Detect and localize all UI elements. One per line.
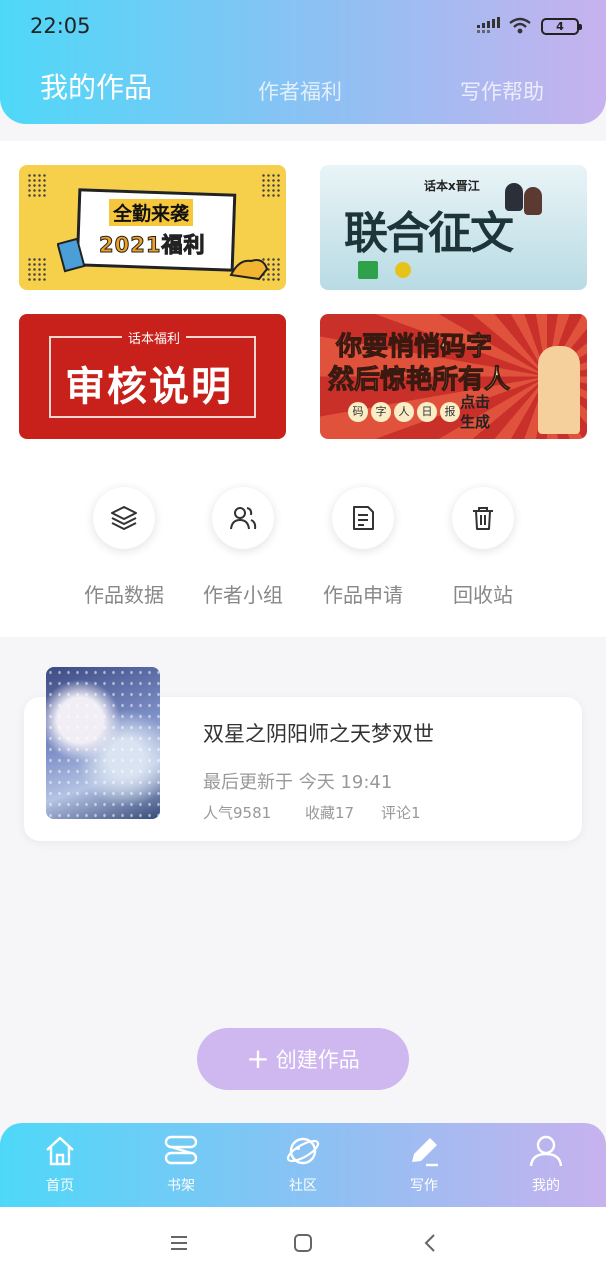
banner-attendance-line2: 2021福利 bbox=[98, 233, 206, 258]
dot-pattern bbox=[27, 257, 47, 283]
tools-panel: 作品数据 作者小组 作品申请 回收站 bbox=[0, 439, 606, 637]
create-work-button[interactable]: + 创建作品 bbox=[197, 1028, 409, 1090]
tab-my-works[interactable]: 我的作品 bbox=[40, 66, 152, 106]
dot-pattern bbox=[27, 173, 47, 199]
work-favorites: 收藏17 bbox=[305, 804, 355, 822]
tool-circle bbox=[93, 487, 155, 549]
nav-label: 我的 bbox=[532, 1178, 560, 1194]
plus-icon: + bbox=[246, 1042, 270, 1075]
tool-label: 作品申请 bbox=[323, 583, 403, 607]
screen: 22:05 4 我的作品 作者福利 写作帮助 全勤来袭 2021福利 话本x晋江 bbox=[0, 0, 606, 1280]
users-icon bbox=[230, 507, 257, 530]
chip: 码 bbox=[348, 402, 368, 422]
bookshelf-icon bbox=[164, 1135, 198, 1165]
banner-attendance[interactable]: 全勤来袭 2021福利 bbox=[19, 165, 286, 290]
character-figure bbox=[524, 187, 542, 215]
banner-cta-line1: 点击 bbox=[460, 393, 491, 411]
status-time: 22:05 bbox=[30, 14, 91, 38]
trash-icon bbox=[473, 507, 493, 530]
chip: 报 bbox=[440, 402, 460, 422]
planet-icon bbox=[286, 1137, 320, 1165]
battery-icon: 4 bbox=[541, 18, 582, 35]
home-icon bbox=[46, 1136, 74, 1166]
dot-pattern bbox=[261, 173, 281, 199]
banner-chips: 码 字 人 日 报 bbox=[348, 402, 460, 422]
tool-works-apply[interactable]: 作品申请 bbox=[303, 487, 423, 608]
nav-community[interactable]: 社区 bbox=[258, 1133, 348, 1195]
nav-label: 社区 bbox=[289, 1178, 317, 1194]
menu-icon[interactable] bbox=[168, 1232, 190, 1254]
chip: 人 bbox=[394, 402, 414, 422]
banner-cta: 点击 生成 bbox=[460, 392, 490, 432]
tool-works-data[interactable]: 作品数据 bbox=[64, 487, 184, 608]
create-work-label: 创建作品 bbox=[275, 1048, 360, 1072]
status-bar: 22:05 4 bbox=[0, 0, 606, 54]
chip: 日 bbox=[417, 402, 437, 422]
banner-contest-small: 话本x晋江 bbox=[424, 179, 480, 193]
nav-me[interactable]: 我的 bbox=[501, 1133, 591, 1195]
fist-illustration bbox=[538, 346, 580, 434]
tab-author-benefits[interactable]: 作者福利 bbox=[258, 76, 342, 106]
hand-icon bbox=[229, 259, 269, 281]
user-icon bbox=[529, 1135, 563, 1167]
banner-review-title: 审核说明 bbox=[65, 364, 233, 410]
work-comments: 评论1 bbox=[381, 804, 421, 822]
tool-circle bbox=[332, 487, 394, 549]
banner-attendance-line1: 全勤来袭 bbox=[109, 199, 194, 226]
banner-write-line1: 你要悄悄码字 bbox=[335, 332, 493, 363]
tool-author-group[interactable]: 作者小组 bbox=[183, 487, 303, 608]
work-title[interactable]: 双星之阴阳师之天梦双世 bbox=[203, 718, 434, 748]
tool-recycle-bin[interactable]: 回收站 bbox=[423, 487, 543, 608]
book-icon bbox=[57, 237, 86, 273]
banner-write-line2: 然后惊艳所有人 bbox=[327, 365, 511, 396]
tool-label: 作品数据 bbox=[84, 583, 164, 607]
tool-circle bbox=[212, 487, 274, 549]
nav-label: 写作 bbox=[410, 1178, 438, 1194]
banner-joint-contest[interactable]: 话本x晋江 联合征文 bbox=[320, 165, 587, 290]
work-cover-image[interactable] bbox=[46, 667, 160, 819]
nav-label: 首页 bbox=[46, 1178, 74, 1194]
banner-cta-line2: 生成 bbox=[460, 413, 491, 431]
nav-write[interactable]: 写作 bbox=[379, 1133, 469, 1195]
tool-circle bbox=[452, 487, 514, 549]
layers-icon bbox=[111, 506, 137, 530]
banner-contest-title: 联合征文 bbox=[344, 208, 514, 259]
huaben-logo-icon bbox=[395, 262, 411, 278]
signal-icon bbox=[477, 17, 500, 33]
pen-icon bbox=[412, 1138, 438, 1167]
tool-label: 作者小组 bbox=[203, 583, 283, 607]
tab-writing-help[interactable]: 写作帮助 bbox=[460, 76, 544, 106]
jj-logo-icon bbox=[358, 261, 378, 279]
chip: 字 bbox=[371, 402, 391, 422]
home-square-icon[interactable] bbox=[292, 1232, 314, 1254]
nav-home[interactable]: 首页 bbox=[15, 1133, 105, 1195]
work-updated: 最后更新于 今天 19:41 bbox=[203, 772, 393, 793]
banner-review-guide[interactable]: 话本福利 审核说明 bbox=[19, 314, 286, 439]
tool-label: 回收站 bbox=[453, 583, 513, 607]
wifi-icon bbox=[509, 17, 531, 34]
banner-write-quietly[interactable]: 你要悄悄码字 然后惊艳所有人 码 字 人 日 报 点击 生成 bbox=[320, 314, 587, 439]
work-popularity: 人气9581 bbox=[203, 804, 272, 822]
back-icon[interactable] bbox=[420, 1232, 442, 1254]
nav-bookshelf[interactable]: 书架 bbox=[136, 1133, 226, 1195]
document-icon bbox=[353, 506, 374, 530]
nav-label: 书架 bbox=[167, 1178, 195, 1194]
banner-review-caption: 话本福利 bbox=[122, 328, 187, 347]
